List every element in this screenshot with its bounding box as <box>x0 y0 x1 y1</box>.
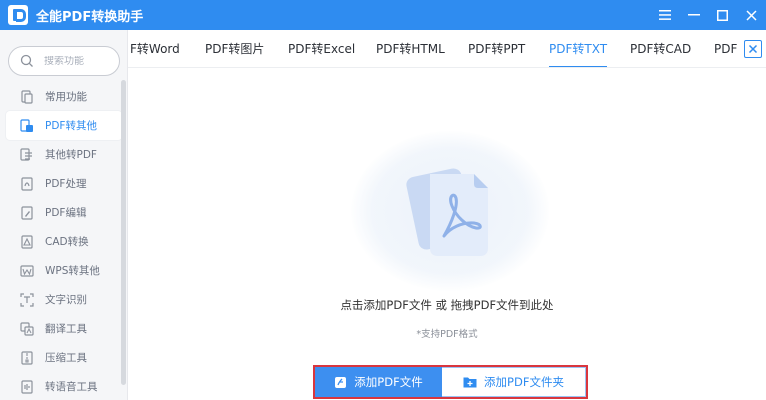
sidebar: 常用功能 PDF转其他 其他转PDF PDF处理 PDF编辑 CAD转换 <box>0 30 128 400</box>
tab-pdf-to-excel[interactable]: PDF转Excel <box>288 30 355 67</box>
tab-pdf-to-image[interactable]: PDF转图片 <box>205 30 264 67</box>
sidebar-item-translate[interactable]: 翻译工具 <box>6 314 122 343</box>
drop-area[interactable]: 点击添加PDF文件 或 拖拽PDF文件到此处 *支持PDF格式 添加PDF文件 … <box>128 69 766 400</box>
wps-icon <box>20 264 34 277</box>
tab-pdf-more[interactable]: PDF <box>714 30 737 67</box>
add-folder-label: 添加PDF文件夹 <box>484 375 564 389</box>
search-icon <box>20 54 33 67</box>
sidebar-item-label: 常用功能 <box>45 91 87 103</box>
supported-format-text: *支持PDF格式 <box>416 329 478 340</box>
compress-icon <box>21 350 33 365</box>
sidebar-item-label: PDF转其他 <box>45 120 97 132</box>
add-file-icon <box>335 376 347 388</box>
maximize-icon <box>717 9 728 21</box>
pdf-process-icon <box>21 176 33 191</box>
add-folder-button[interactable]: 添加PDF文件夹 <box>442 367 586 397</box>
add-file-button[interactable]: 添加PDF文件 <box>315 367 442 397</box>
sidebar-item-label: 翻译工具 <box>45 323 87 335</box>
sidebar-item-pdf-edit[interactable]: PDF编辑 <box>6 198 122 227</box>
search-input[interactable] <box>44 55 114 67</box>
sidebar-item-pdf-to-other[interactable]: PDF转其他 <box>6 111 122 140</box>
sidebar-item-label: 压缩工具 <box>45 352 87 364</box>
sidebar-item-speech[interactable]: 转语音工具 <box>6 372 122 400</box>
tab-pdf-to-cad[interactable]: PDF转CAD <box>630 30 691 67</box>
sidebar-item-compress[interactable]: 压缩工具 <box>6 343 122 372</box>
pdf-file-icon <box>406 168 488 256</box>
ocr-icon <box>20 292 34 307</box>
common-icon <box>21 89 33 104</box>
add-buttons-group: 添加PDF文件 添加PDF文件夹 <box>313 365 588 399</box>
sidebar-item-cad[interactable]: CAD转换 <box>6 227 122 256</box>
window-controls <box>650 0 766 30</box>
sidebar-item-label: CAD转换 <box>45 236 89 248</box>
sidebar-nav: 常用功能 PDF转其他 其他转PDF PDF处理 PDF编辑 CAD转换 WPS… <box>6 82 122 400</box>
to-pdf-icon <box>20 147 32 161</box>
maximize-button[interactable] <box>708 0 737 30</box>
sidebar-item-label: PDF处理 <box>45 178 87 190</box>
minimize-icon <box>687 14 700 16</box>
translate-icon <box>20 321 34 336</box>
tab-close-button[interactable] <box>744 40 762 58</box>
close-button[interactable] <box>737 0 766 30</box>
menu-button[interactable] <box>650 0 679 30</box>
tab-pdf-to-word[interactable]: F转Word <box>130 30 180 67</box>
close-icon <box>746 9 757 21</box>
pdf-convert-icon <box>20 118 33 132</box>
menu-icon <box>658 10 671 20</box>
sidebar-item-other-to-pdf[interactable]: 其他转PDF <box>6 140 122 169</box>
sidebar-item-common[interactable]: 常用功能 <box>6 82 122 111</box>
tab-pdf-to-ppt[interactable]: PDF转PPT <box>468 30 525 67</box>
sidebar-item-label: WPS转其他 <box>45 265 100 277</box>
title-bar: 全能PDF转换助手 <box>0 0 766 30</box>
app-title: 全能PDF转换助手 <box>36 9 144 25</box>
speech-icon <box>21 379 33 394</box>
app-window: 全能PDF转换助手 搜索功能 常用功能 PDF转其他 其他转PDF PDF处理 … <box>0 0 766 400</box>
close-icon <box>748 44 758 54</box>
drop-hint-text: 点击添加PDF文件 或 拖拽PDF文件到此处 <box>340 298 554 312</box>
sidebar-scrollbar[interactable] <box>121 80 126 385</box>
sidebar-item-pdf-process[interactable]: PDF处理 <box>6 169 122 198</box>
sidebar-item-label: PDF编辑 <box>45 207 87 219</box>
folder-add-icon <box>463 377 477 388</box>
sidebar-item-label: 其他转PDF <box>45 149 97 161</box>
tab-pdf-to-html[interactable]: PDF转HTML <box>376 30 445 67</box>
sidebar-item-label: 文字识别 <box>45 294 87 306</box>
add-file-label: 添加PDF文件 <box>354 375 423 389</box>
tab-pdf-to-txt[interactable]: PDF转TXT <box>549 30 608 67</box>
search-box[interactable] <box>8 46 120 76</box>
app-logo-icon <box>8 5 28 25</box>
tab-bar: F转Word PDF转图片 PDF转Excel PDF转HTML PDF转PPT… <box>128 30 766 68</box>
cad-icon <box>21 234 33 249</box>
sidebar-item-ocr[interactable]: 文字识别 <box>6 285 122 314</box>
minimize-button[interactable] <box>679 0 708 30</box>
sidebar-item-wps[interactable]: WPS转其他 <box>6 256 122 285</box>
pdf-edit-icon <box>21 205 33 220</box>
sidebar-item-label: 转语音工具 <box>45 381 98 393</box>
